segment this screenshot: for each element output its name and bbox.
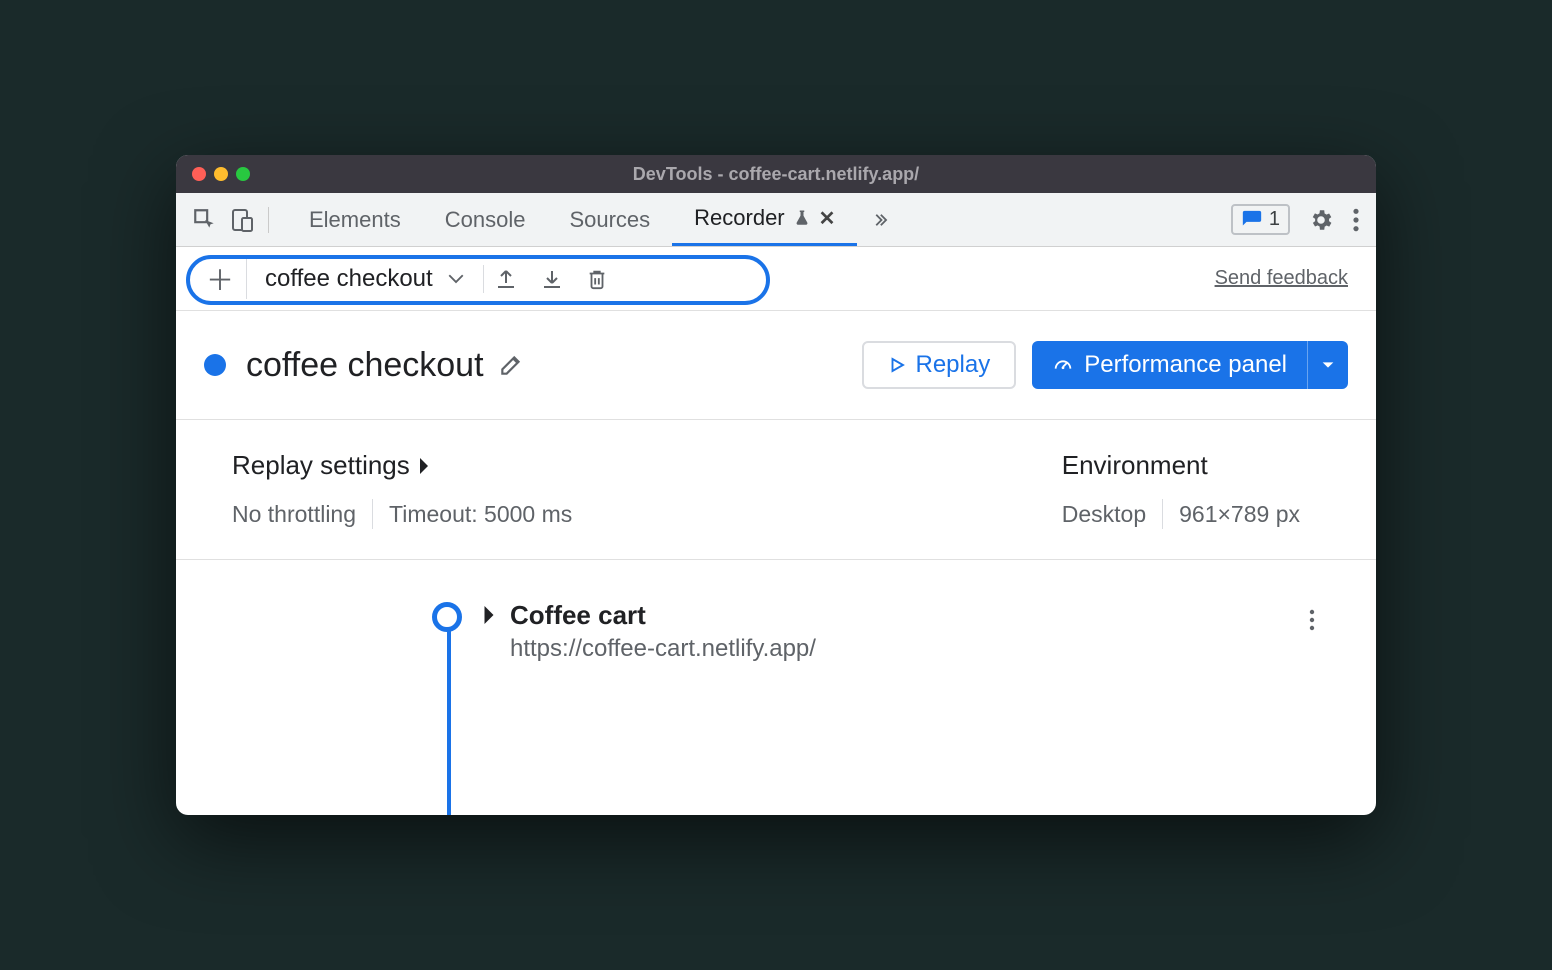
recording-header: coffee checkout Replay Performance panel bbox=[176, 311, 1376, 420]
more-tabs-button[interactable] bbox=[857, 193, 903, 246]
steps-list: Coffee cart https://coffee-cart.netlify.… bbox=[176, 560, 1376, 663]
close-tab-icon[interactable]: ✕ bbox=[819, 206, 836, 231]
step-title: Coffee cart bbox=[510, 600, 1304, 631]
recording-selector[interactable]: coffee checkout bbox=[247, 265, 484, 293]
environment-section: Environment Desktop 961×789 px bbox=[1062, 450, 1320, 529]
settings-row: Replay settings No throttling Timeout: 5… bbox=[176, 420, 1376, 560]
window-minimize-button[interactable] bbox=[214, 167, 228, 181]
tab-label: Elements bbox=[309, 207, 401, 233]
tab-recorder[interactable]: Recorder ✕ bbox=[672, 193, 857, 246]
throttling-value: No throttling bbox=[232, 501, 356, 528]
window-titlebar: DevTools - coffee-cart.netlify.app/ bbox=[176, 155, 1376, 193]
gauge-icon bbox=[1052, 354, 1074, 376]
recording-status-dot bbox=[204, 354, 226, 376]
performance-dropdown-button[interactable] bbox=[1307, 341, 1348, 389]
step-row[interactable]: Coffee cart https://coffee-cart.netlify.… bbox=[232, 600, 1320, 663]
inspect-element-icon[interactable] bbox=[192, 207, 218, 233]
chevron-down-icon bbox=[447, 273, 465, 285]
replay-settings-heading: Replay settings bbox=[232, 450, 410, 481]
recorder-toolbar: ＋ coffee checkout Send feedback bbox=[176, 247, 1376, 311]
performance-label: Performance panel bbox=[1084, 351, 1287, 379]
settings-gear-icon[interactable] bbox=[1308, 207, 1334, 233]
window-title: DevTools - coffee-cart.netlify.app/ bbox=[176, 164, 1376, 185]
tab-label: Console bbox=[445, 207, 526, 233]
caret-right-icon bbox=[418, 458, 430, 474]
issues-count: 1 bbox=[1269, 208, 1280, 231]
kebab-menu-icon[interactable] bbox=[1352, 207, 1360, 233]
play-icon bbox=[888, 355, 906, 375]
recording-selector-label: coffee checkout bbox=[265, 265, 433, 293]
environment-heading: Environment bbox=[1062, 450, 1208, 481]
recording-title: coffee checkout bbox=[246, 346, 484, 385]
environment-viewport: 961×789 px bbox=[1179, 501, 1300, 528]
replay-settings-toggle[interactable]: Replay settings bbox=[232, 450, 572, 481]
new-recording-button[interactable]: ＋ bbox=[200, 259, 247, 299]
devtools-window: DevTools - coffee-cart.netlify.app/ Elem… bbox=[176, 155, 1376, 815]
separator bbox=[372, 499, 373, 529]
send-feedback-link[interactable]: Send feedback bbox=[1215, 267, 1348, 290]
issues-badge[interactable]: 1 bbox=[1231, 204, 1290, 235]
window-close-button[interactable] bbox=[192, 167, 206, 181]
performance-panel-button[interactable]: Performance panel bbox=[1032, 341, 1307, 389]
timeline-dot bbox=[432, 602, 462, 632]
separator bbox=[1162, 499, 1163, 529]
replay-label: Replay bbox=[916, 351, 991, 379]
export-icon[interactable] bbox=[494, 266, 518, 292]
step-url: https://coffee-cart.netlify.app/ bbox=[510, 635, 1304, 663]
import-icon[interactable] bbox=[540, 266, 564, 292]
replay-button[interactable]: Replay bbox=[862, 341, 1017, 389]
flask-icon bbox=[793, 208, 811, 228]
window-maximize-button[interactable] bbox=[236, 167, 250, 181]
delete-icon[interactable] bbox=[586, 266, 608, 292]
timeout-value: Timeout: 5000 ms bbox=[389, 501, 572, 528]
tab-sources[interactable]: Sources bbox=[547, 193, 672, 246]
tab-console[interactable]: Console bbox=[423, 193, 548, 246]
device-toolbar-icon[interactable] bbox=[230, 207, 254, 233]
tab-elements[interactable]: Elements bbox=[287, 193, 423, 246]
timeline-line bbox=[447, 630, 451, 815]
tab-label: Sources bbox=[569, 207, 650, 233]
window-controls bbox=[192, 167, 250, 181]
replay-settings-section: Replay settings No throttling Timeout: 5… bbox=[232, 450, 572, 529]
edit-title-icon[interactable] bbox=[498, 352, 524, 378]
step-menu-icon[interactable] bbox=[1304, 604, 1320, 636]
expand-step-icon[interactable] bbox=[482, 606, 496, 624]
environment-device: Desktop bbox=[1062, 501, 1146, 528]
tab-label: Recorder bbox=[694, 205, 784, 231]
devtools-tabbar: Elements Console Sources Recorder ✕ 1 bbox=[176, 193, 1376, 247]
